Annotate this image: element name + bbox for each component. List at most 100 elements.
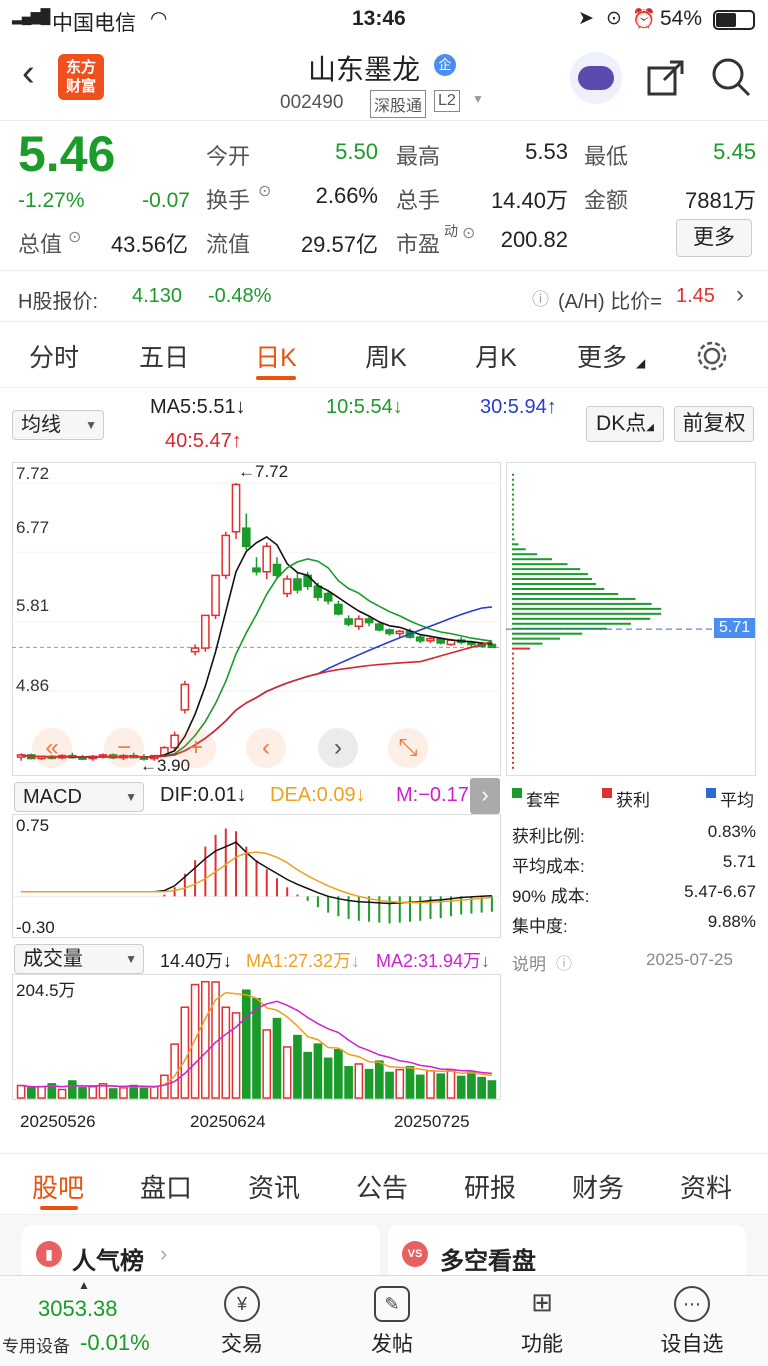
tab-monthly-k[interactable]: 月K (464, 338, 528, 374)
chip-bar (512, 578, 593, 581)
tab-profile[interactable]: 资料 (668, 1168, 744, 1205)
battery-label: 54% (660, 7, 703, 30)
index-value[interactable]: 3053.38 (38, 1296, 118, 1322)
volume-bar (344, 1066, 353, 1099)
ma5-label: MA5:5.51↓ (150, 396, 246, 418)
adjust-button[interactable]: 前复权 (674, 406, 754, 442)
volume-bar (426, 1070, 435, 1099)
volume-bar (323, 1057, 333, 1099)
volume-bar (27, 1087, 36, 1099)
stock-code: 002490 (280, 92, 344, 113)
hshare-row[interactable]: H股报价: 4.130 -0.48% ⓘ (A/H) 比价= 1.45 › (0, 270, 768, 322)
chevron-right-icon: › (160, 1241, 168, 1266)
chip-bar (512, 592, 619, 595)
chip-bar (512, 687, 514, 690)
chevron-right-icon: › (736, 281, 744, 308)
chip-bar (512, 503, 514, 506)
sector-label[interactable]: 专用设备 (2, 1332, 70, 1357)
chip-row: 集中度: 9.88% (512, 912, 756, 936)
volume-bar (415, 1074, 425, 1099)
macd-chart[interactable] (12, 814, 501, 938)
turnover-value: 2.66% (315, 183, 378, 208)
prev-icon[interactable]: ‹ (246, 728, 286, 768)
quote-panel: 5.46 -1.27% -0.07 总值 ⊙ 43.56亿 今开 5.50 最高… (0, 120, 768, 270)
zoom-minus-icon[interactable]: − (104, 728, 144, 768)
tab-intraday[interactable]: 分时 (24, 338, 84, 374)
volume-bar (108, 1088, 118, 1099)
volume-bar (436, 1073, 446, 1099)
chip-note[interactable]: 说明 (512, 950, 546, 975)
volume-bar (200, 980, 210, 1099)
change-amount: -0.07 (142, 189, 190, 212)
volume-bar (477, 1076, 486, 1099)
chip-bar (512, 766, 514, 769)
chip-bar (512, 568, 581, 571)
chip-bar (512, 672, 514, 675)
tab-guba[interactable]: 股吧 (20, 1168, 96, 1205)
search-icon[interactable] (710, 56, 752, 98)
tab-research[interactable]: 研报 (452, 1168, 528, 1205)
volume-chart[interactable] (12, 974, 501, 1100)
volume-bar (467, 1071, 476, 1099)
chip-bar (512, 607, 662, 610)
post-button[interactable]: ✎ 发帖 (342, 1286, 442, 1358)
chip-bar (512, 563, 568, 566)
tab-five-day[interactable]: 五日 (134, 338, 194, 374)
kline-chart[interactable] (12, 462, 501, 776)
location-icon: ➤ (578, 8, 594, 29)
mktcap-value: 43.56亿 (110, 232, 188, 257)
info-icon[interactable]: ⊙ (258, 181, 271, 201)
chart-icon: ▮ (36, 1241, 62, 1267)
candle (334, 603, 343, 615)
volume-bar (180, 1006, 190, 1099)
code-dropdown-icon[interactable]: ▼ (472, 92, 484, 106)
ma-select[interactable]: 均线 ▼ (12, 410, 104, 440)
help-icon[interactable]: ⓘ (532, 285, 549, 310)
dk-button[interactable]: DK点◢ (586, 406, 664, 442)
tab-finance[interactable]: 财务 (560, 1168, 636, 1205)
trade-button[interactable]: ¥ 交易 (192, 1286, 292, 1358)
fullscreen-icon[interactable]: ⤡ (388, 728, 428, 768)
chip-bar (512, 473, 514, 476)
vs-icon: VS (402, 1241, 428, 1267)
ma10-label: 10:5.54↓ (326, 396, 403, 418)
watchlist-button[interactable]: ⋯ 设自选 (642, 1286, 742, 1358)
tab-more[interactable]: 更多 (570, 338, 634, 374)
function-button[interactable]: ⊞ 功能 (492, 1286, 592, 1358)
chip-bar (512, 702, 514, 705)
share-icon[interactable] (646, 58, 686, 98)
tab-news[interactable]: 资讯 (236, 1168, 312, 1205)
tab-daily-k[interactable]: 日K (244, 338, 308, 374)
robot-assistant-icon[interactable] (570, 52, 622, 104)
hshare-change: -0.48% (208, 285, 272, 307)
back-icon[interactable]: ‹ (22, 52, 35, 95)
expand-panel-icon[interactable]: › (470, 778, 500, 814)
volume-bar (252, 997, 261, 1099)
high-label: 最高 (396, 144, 441, 169)
candle (231, 483, 241, 533)
volume-bar (313, 1043, 323, 1099)
volume-bar (487, 1080, 497, 1099)
tab-announcement[interactable]: 公告 (344, 1168, 420, 1205)
info-icon[interactable]: ⓘ (556, 950, 572, 974)
info-icon[interactable]: ⊙ (462, 223, 475, 243)
battery-icon (713, 10, 755, 30)
chip-bar (512, 677, 514, 680)
more-button[interactable]: 更多 (676, 219, 752, 257)
zoom-out-left-icon[interactable]: « (32, 728, 72, 768)
settings-icon[interactable] (696, 340, 728, 372)
tab-weekly-k[interactable]: 周K (354, 338, 418, 374)
tab-handicap[interactable]: 盘口 (128, 1168, 204, 1205)
market-badge: 深股通 (370, 90, 427, 118)
volume-bar (272, 1017, 282, 1099)
chip-bar (512, 662, 514, 665)
float-label: 流值 (206, 232, 251, 257)
volume-select[interactable]: 成交量 ▼ (14, 944, 144, 974)
app-logo[interactable]: 东方 财富 (58, 54, 104, 100)
chip-bar (512, 632, 583, 635)
macd-select[interactable]: MACD ▼ (14, 782, 144, 812)
vol-ma2-label: MA2:31.94万↓ (376, 951, 491, 971)
zoom-plus-icon[interactable]: + (176, 728, 216, 768)
next-icon[interactable]: › (318, 728, 358, 768)
volume-bar (231, 1012, 241, 1099)
